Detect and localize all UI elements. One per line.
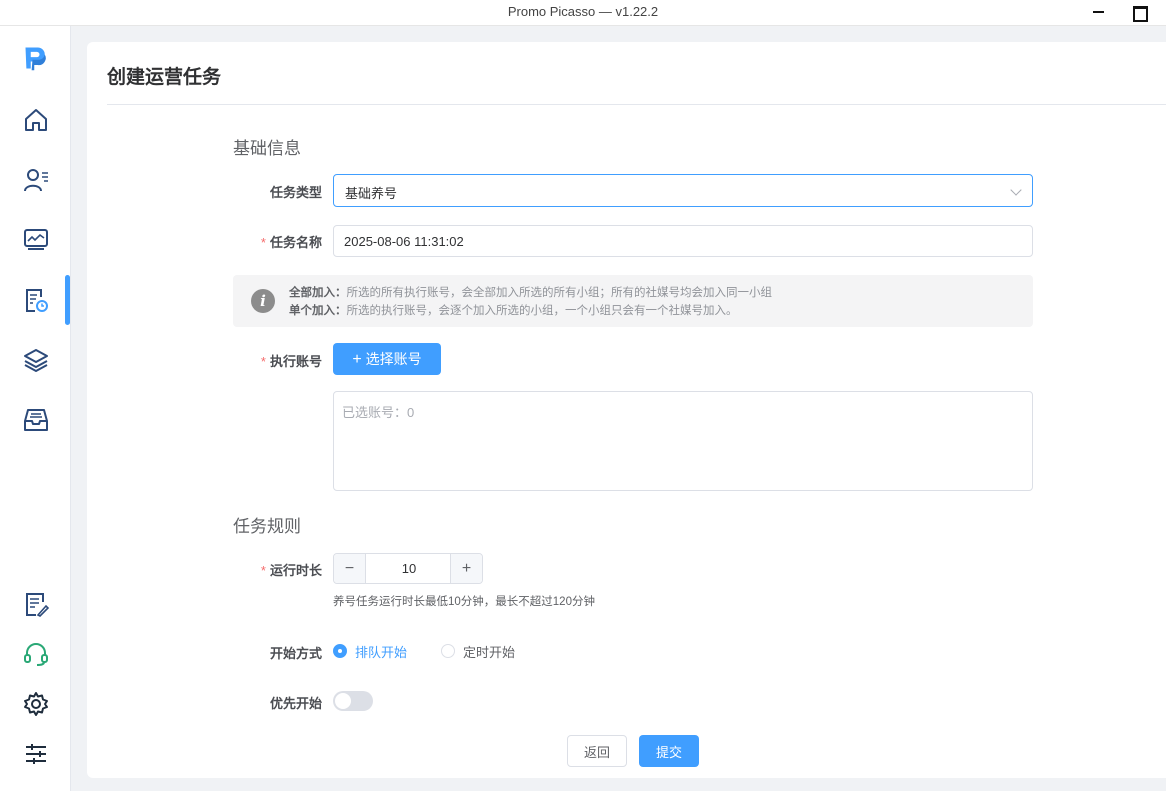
- sliders-icon[interactable]: [20, 738, 52, 770]
- task-type-value: 基础养号: [345, 186, 398, 201]
- start-mode-label: 开始方式: [269, 646, 322, 661]
- tip-line-all: 全部加入：所选的所有执行账号，会全部加入所选的所有小组；所有的社媒号均会加入同一…: [289, 287, 772, 299]
- tip-line-single: 单个加入：所选的执行账号，会逐个加入所选的小组，一个小组只会有一个社媒号加入。: [289, 305, 738, 317]
- priority-toggle[interactable]: [333, 691, 373, 711]
- select-account-button[interactable]: + 选择账号: [333, 343, 441, 375]
- gear-icon[interactable]: [20, 688, 52, 720]
- account-label: * 执行账号: [260, 354, 322, 369]
- plus-icon: +: [352, 351, 362, 368]
- decrement-button[interactable]: −: [334, 554, 366, 583]
- task-type-select[interactable]: 基础养号: [333, 174, 1033, 207]
- section-task-rules: 任务规则: [233, 517, 301, 536]
- task-type-label: 任务类型: [269, 185, 322, 200]
- info-icon: i: [251, 289, 275, 313]
- note-edit-icon[interactable]: [20, 588, 52, 620]
- chevron-down-icon: [1010, 184, 1022, 196]
- page-title: 创建运营任务: [107, 67, 222, 88]
- duration-label: * 运行时长: [260, 563, 322, 578]
- radio-scheduled-start[interactable]: 定时开始: [441, 642, 515, 660]
- title-divider: [107, 104, 1166, 105]
- selected-accounts-box[interactable]: 已选账号：0: [333, 391, 1033, 491]
- priority-label: 优先开始: [269, 696, 322, 711]
- duration-hint: 养号任务运行时长最低10分钟，最长不超过120分钟: [333, 596, 595, 608]
- submit-button[interactable]: 提交: [639, 735, 699, 767]
- window-titlebar: Promo Picasso — v1.22.2: [0, 0, 1166, 26]
- back-button[interactable]: 返回: [567, 735, 627, 767]
- monitor-icon[interactable]: [20, 224, 52, 256]
- info-tip: i 全部加入：所选的所有执行账号，会全部加入所选的所有小组；所有的社媒号均会加入…: [233, 275, 1033, 327]
- radio-queue-start[interactable]: 排队开始: [333, 642, 407, 660]
- duration-stepper[interactable]: − 10 +: [333, 553, 483, 584]
- radio-dot: [333, 644, 347, 658]
- user-list-icon[interactable]: [20, 164, 52, 196]
- headset-icon[interactable]: [20, 638, 52, 670]
- duration-value[interactable]: 10: [367, 554, 451, 583]
- section-basic-info: 基础信息: [233, 139, 301, 158]
- selected-accounts-text: 已选账号：0: [342, 405, 415, 420]
- window-title: Promo Picasso — v1.22.2: [507, 4, 659, 19]
- inbox-icon[interactable]: [20, 404, 52, 436]
- radio-dot: [441, 644, 455, 658]
- main-card: 创建运营任务 基础信息 任务类型 基础养号 *任务名称 i 全部加入：所选的所有…: [87, 42, 1166, 778]
- increment-button[interactable]: +: [450, 554, 482, 583]
- task-schedule-icon[interactable]: [20, 284, 52, 316]
- sidebar: [0, 26, 71, 791]
- active-indicator: [65, 275, 70, 325]
- minimize-button[interactable]: [1092, 5, 1108, 19]
- logo-icon[interactable]: [20, 42, 52, 74]
- home-icon[interactable]: [20, 104, 52, 136]
- task-name-input[interactable]: [333, 225, 1033, 257]
- task-name-label: * 任务名称: [260, 235, 322, 250]
- layers-icon[interactable]: [20, 344, 52, 376]
- maximize-button[interactable]: [1132, 5, 1148, 22]
